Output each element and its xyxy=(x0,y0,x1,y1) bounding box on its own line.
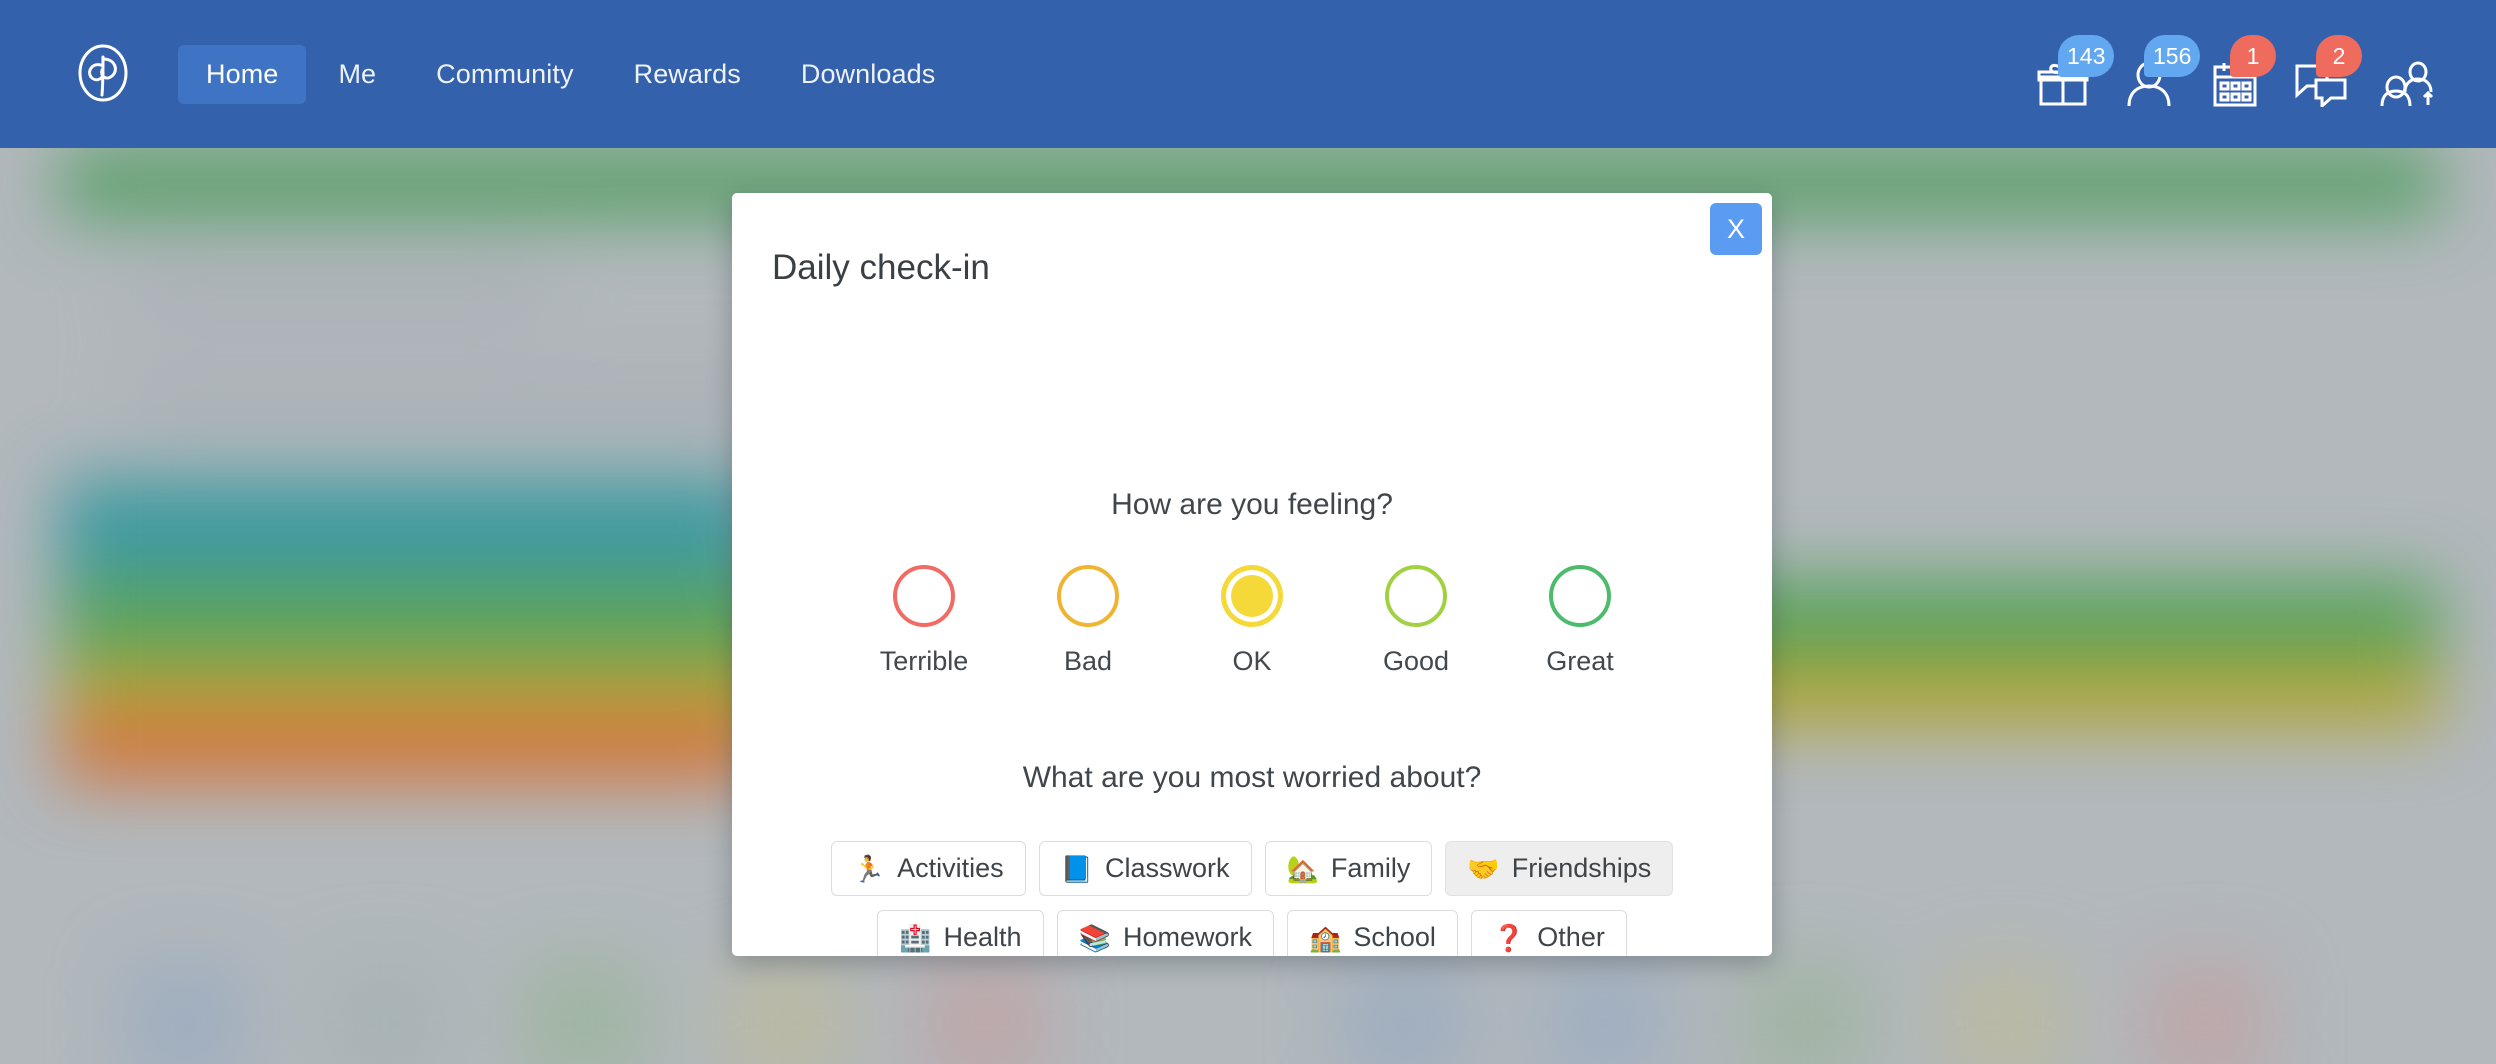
mood-option-great[interactable]: Great xyxy=(1532,565,1628,677)
mood-option-good[interactable]: Good xyxy=(1368,565,1464,677)
worry-chip-label: Other xyxy=(1537,922,1605,952)
background-chip xyxy=(720,958,850,1064)
calendar-icon-button[interactable]: 1 xyxy=(2204,35,2276,107)
mood-option-ok[interactable]: OK xyxy=(1204,565,1300,677)
background-chip xyxy=(320,958,450,1064)
calendar-badge: 1 xyxy=(2230,35,2276,77)
handshake-emoji: 🤝 xyxy=(1467,853,1500,884)
worry-chip-row-2: 🏥 Health 📚 Homework 🏫 School ❓ Other xyxy=(732,910,1772,956)
nav-link-home[interactable]: Home xyxy=(178,44,307,104)
school-emoji: 🏫 xyxy=(1308,922,1342,953)
question-mark-emoji: ❓ xyxy=(1492,922,1526,953)
worry-chip-row-1: 🏃 Activities 📘 Classwork 🏡 Family 🤝 Frie… xyxy=(732,841,1772,896)
people-swap-icon-button[interactable] xyxy=(2376,41,2438,107)
mood-option-terrible[interactable]: Terrible xyxy=(876,565,972,677)
worry-chip-label: Family xyxy=(1330,853,1411,883)
worry-chip-group: 🏃 Activities 📘 Classwork 🏡 Family 🤝 Frie… xyxy=(732,841,1772,956)
gift-icon-button[interactable]: 143 xyxy=(2032,35,2115,107)
worried-question: What are you most worried about? xyxy=(1022,761,1482,794)
mood-option-bad[interactable]: Bad xyxy=(1040,565,1136,677)
worry-chip-friendships[interactable]: 🤝 Friendships xyxy=(1445,841,1674,896)
runner-emoji: 🏃 xyxy=(852,853,886,884)
mood-circle-great xyxy=(1549,565,1611,627)
mood-circle-terrible xyxy=(893,565,955,627)
nav-link-community[interactable]: Community xyxy=(408,45,601,104)
worry-chip-homework[interactable]: 📚 Homework xyxy=(1056,910,1274,956)
mood-label-ok: OK xyxy=(1232,646,1272,676)
mood-circle-bad xyxy=(1057,565,1119,627)
nav-link-me[interactable]: Me xyxy=(310,45,404,104)
worry-chip-label: Activities xyxy=(897,853,1004,883)
background-chip xyxy=(1740,958,1870,1064)
background-chip xyxy=(520,958,650,1064)
house-emoji: 🏡 xyxy=(1286,853,1319,884)
worry-chip-label: Friendships xyxy=(1511,853,1652,883)
profile-icon-button[interactable]: 156 xyxy=(2118,35,2201,107)
people-swap-icon xyxy=(2380,61,2434,107)
hospital-emoji: 🏥 xyxy=(899,922,932,953)
worry-chip-label: School xyxy=(1353,922,1436,952)
background-chip xyxy=(920,958,1050,1064)
nav-icon-group: 143 156 1 2 xyxy=(2032,35,2438,107)
worry-chip-other[interactable]: ❓ Other xyxy=(1470,910,1627,956)
worry-chip-school[interactable]: 🏫 School xyxy=(1286,910,1458,956)
background-band xyxy=(60,713,760,783)
top-navbar: Home Me Community Rewards Downloads 143 … xyxy=(0,0,2496,148)
worry-chip-health[interactable]: 🏥 Health xyxy=(877,910,1044,956)
modal-title: Daily check-in xyxy=(772,248,990,287)
chat-icon-button[interactable]: 2 xyxy=(2290,35,2362,107)
worry-chip-label: Classwork xyxy=(1104,853,1230,883)
nav-links: Home Me Community Rewards Downloads xyxy=(178,44,963,104)
profile-badge: 156 xyxy=(2144,35,2201,77)
background-band xyxy=(130,268,550,308)
feeling-question: How are you feeling? xyxy=(1111,488,1393,521)
background-chip xyxy=(1540,958,1670,1064)
mood-circle-ok xyxy=(1221,565,1283,627)
mood-label-terrible: Terrible xyxy=(879,646,969,676)
mood-label-good: Good xyxy=(1382,646,1450,676)
books-emoji: 📚 xyxy=(1078,922,1111,953)
leaf-spiral-logo[interactable] xyxy=(72,43,134,105)
daily-checkin-modal: Daily check-in X How are you feeling? Te… xyxy=(732,193,1772,956)
mood-label-bad: Bad xyxy=(1063,646,1113,676)
nav-link-downloads[interactable]: Downloads xyxy=(773,45,963,104)
gift-badge: 143 xyxy=(2058,35,2115,77)
nav-link-rewards[interactable]: Rewards xyxy=(606,45,769,104)
blue-book-emoji: 📘 xyxy=(1060,853,1093,884)
background-chip xyxy=(1940,958,2070,1064)
worry-chip-label: Homework xyxy=(1122,922,1252,952)
background-band xyxy=(130,378,790,418)
worry-chip-classwork[interactable]: 📘 Classwork xyxy=(1038,841,1252,896)
chat-badge: 2 xyxy=(2316,35,2362,77)
worry-chip-label: Health xyxy=(943,922,1022,952)
close-button[interactable]: X xyxy=(1710,203,1762,255)
background-chip xyxy=(120,958,250,1064)
background-chip xyxy=(2140,958,2270,1064)
background-chip xyxy=(1340,958,1470,1064)
worry-chip-activities[interactable]: 🏃 Activities xyxy=(830,841,1026,896)
mood-selector: Terrible Bad OK Good Great xyxy=(732,565,1772,677)
worry-chip-family[interactable]: 🏡 Family xyxy=(1264,841,1433,896)
mood-label-great: Great xyxy=(1546,646,1614,676)
mood-circle-good xyxy=(1385,565,1447,627)
